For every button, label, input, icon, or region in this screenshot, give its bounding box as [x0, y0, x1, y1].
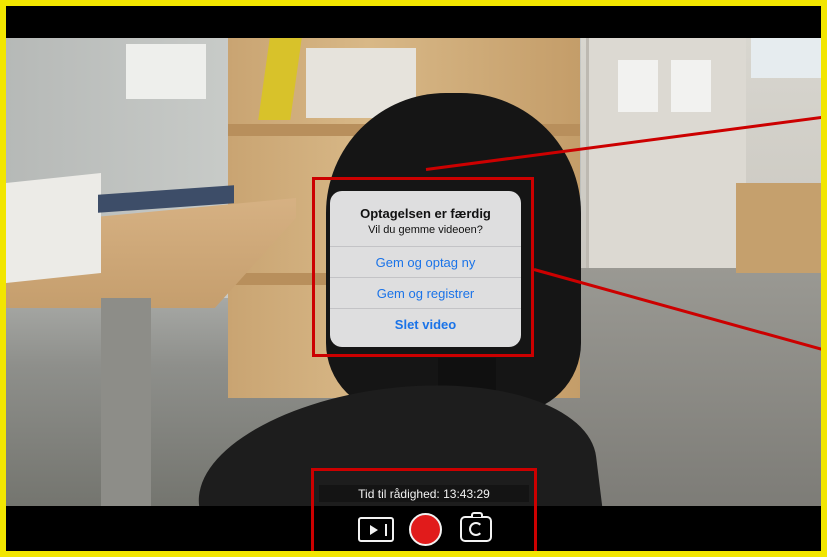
screenshot-frame: Optagelsen er færdig Vil du gemme videoe…: [0, 0, 827, 557]
printer: [6, 173, 101, 283]
whiteboard: [751, 38, 821, 78]
rotate-arrow: [469, 522, 483, 536]
save-and-register-button[interactable]: Gem og registrer: [330, 277, 521, 308]
play-bar: [385, 524, 387, 536]
desk-leg: [101, 298, 151, 506]
time-remaining-label: Tid til rådighed: 13:43:29: [358, 487, 490, 501]
dialog-message: Vil du gemme videoen?: [368, 224, 483, 236]
calendar-sheet: [618, 60, 658, 112]
wall-paper: [126, 44, 206, 99]
calendar-sheet: [671, 60, 711, 112]
switch-camera-icon[interactable]: [460, 512, 492, 542]
video-library-icon[interactable]: [358, 517, 394, 542]
save-dialog: Optagelsen er færdig Vil du gemme videoe…: [330, 191, 521, 347]
save-and-record-new-button[interactable]: Gem og optag ny: [330, 246, 521, 277]
record-button[interactable]: [409, 513, 442, 546]
cabinet: [736, 183, 821, 273]
delete-video-button[interactable]: Slet video: [330, 308, 521, 339]
dialog-title: Optagelsen er færdig: [360, 206, 491, 221]
camera-bump: [471, 512, 483, 517]
play-triangle: [370, 525, 378, 535]
